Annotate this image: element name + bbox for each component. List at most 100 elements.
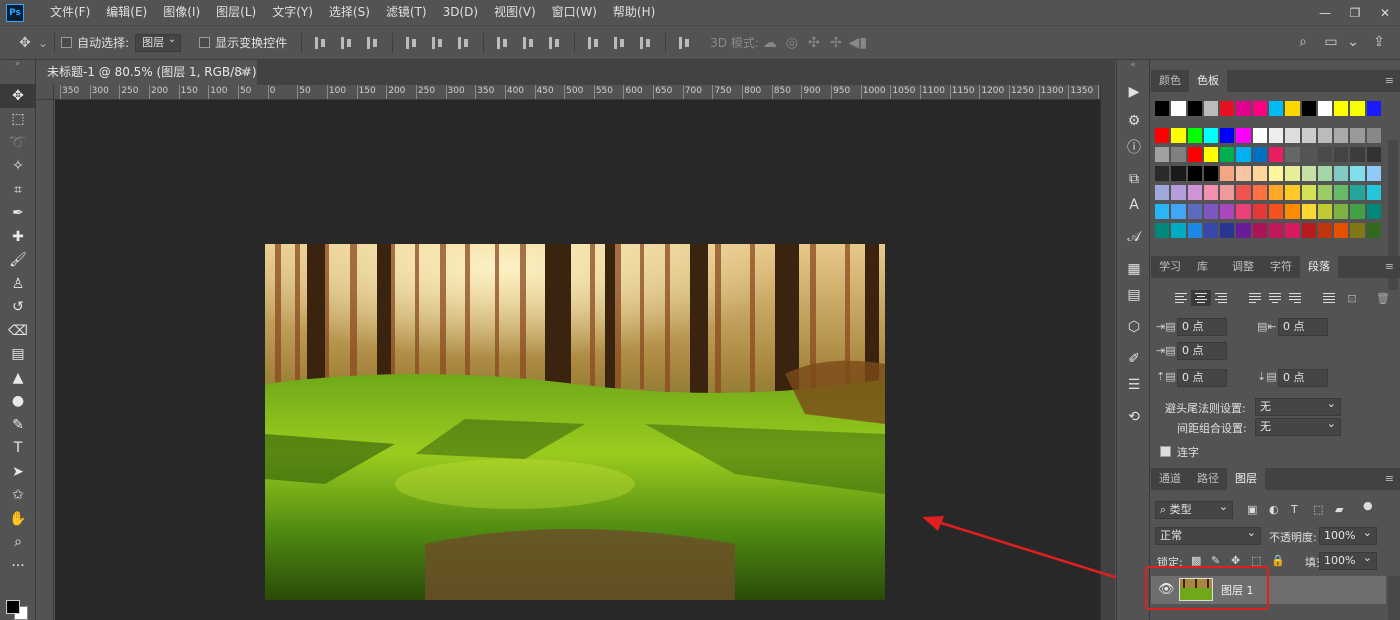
color-swatch[interactable] (1285, 204, 1300, 219)
workspace-chevron-icon[interactable]: ⌄ (1342, 34, 1364, 50)
color-swatch[interactable] (1285, 147, 1300, 162)
opacity-input[interactable]: 100% (1319, 525, 1377, 545)
color-swatch[interactable] (1155, 166, 1170, 181)
menu-item[interactable]: 3D(D) (435, 0, 486, 25)
menu-item[interactable]: 文字(Y) (264, 0, 321, 25)
color-swatch[interactable] (1366, 101, 1381, 116)
close-tab-icon[interactable]: ✕ (239, 60, 249, 85)
color-swatch[interactable] (1203, 166, 1219, 181)
color-swatch[interactable] (1317, 166, 1333, 181)
dodge-tool-icon[interactable]: ● (0, 390, 36, 414)
ruler-origin[interactable] (37, 85, 54, 100)
canvas-scrollbar[interactable] (1100, 85, 1115, 620)
move-tool-icon[interactable]: ✥ (14, 35, 36, 51)
clone-source-icon[interactable]: ⧉ (1117, 166, 1151, 192)
move-tool-icon[interactable]: ✥ (0, 84, 36, 108)
color-swatch[interactable] (1187, 101, 1202, 116)
color-swatch[interactable] (1301, 204, 1316, 219)
filter-type-icon[interactable]: T (1291, 503, 1298, 516)
color-swatch[interactable] (1301, 147, 1316, 162)
color-swatch[interactable] (1366, 147, 1381, 162)
justify-last-center-icon[interactable] (1265, 290, 1285, 306)
menu-item[interactable]: 文件(F) (42, 0, 98, 25)
restore-icon[interactable]: ❐ (1340, 0, 1370, 25)
color-swatch[interactable] (1334, 147, 1349, 162)
color-swatch[interactable] (1317, 223, 1333, 238)
align-vcenter-icon[interactable] (339, 36, 355, 50)
color-swatch[interactable] (1285, 166, 1300, 181)
blend-mode-dropdown[interactable]: 正常 (1155, 525, 1261, 545)
color-swatch[interactable] (1317, 185, 1333, 200)
filter-pixel-icon[interactable]: ▣ (1247, 503, 1257, 516)
color-swatch[interactable] (1171, 166, 1186, 181)
color-swatch[interactable] (1301, 166, 1316, 181)
color-swatch[interactable] (1220, 185, 1235, 200)
color-swatch[interactable] (1317, 147, 1333, 162)
panel-menu-icon[interactable]: ≡ (1385, 74, 1394, 87)
search-icon[interactable]: ⌕ (1292, 34, 1314, 50)
brush-settings-icon[interactable]: ✐ (1117, 346, 1151, 372)
auto-select-checkbox[interactable] (61, 37, 73, 48)
color-swatch[interactable] (1203, 185, 1219, 200)
color-swatch[interactable] (1268, 101, 1284, 116)
filter-smart-object-icon[interactable]: ▰ (1335, 503, 1343, 516)
tab-adjustments[interactable]: 调整 (1224, 256, 1262, 278)
filter-adjustment-icon[interactable]: ◐ (1269, 503, 1279, 516)
align-right-text-icon[interactable] (1211, 290, 1231, 306)
distribute-vcenter-icon[interactable] (521, 36, 537, 50)
3d-orbit-icon[interactable]: ☁ (759, 35, 781, 51)
tab-channels[interactable]: 通道 (1151, 468, 1189, 490)
color-swatch[interactable] (1171, 185, 1186, 200)
menu-item[interactable]: 窗口(W) (544, 0, 605, 25)
color-swatch[interactable] (1171, 128, 1186, 143)
3d-icon[interactable]: ⬡ (1117, 314, 1151, 340)
color-swatch[interactable] (1301, 101, 1316, 116)
color-swatch[interactable] (1285, 101, 1300, 116)
justify-last-right-icon[interactable] (1285, 290, 1305, 306)
indent-right-input[interactable]: 0 点 (1278, 318, 1328, 336)
tab-layers[interactable]: 图层 (1227, 468, 1265, 490)
color-swatch[interactable] (1334, 101, 1349, 116)
color-swatch[interactable] (1236, 204, 1251, 219)
eraser-tool-icon[interactable]: ⌫ (0, 319, 36, 343)
color-swatch[interactable] (1252, 147, 1267, 162)
tab-paragraph[interactable]: 段落 (1300, 256, 1338, 278)
color-swatch[interactable] (1220, 147, 1235, 162)
color-swatch[interactable] (1252, 185, 1267, 200)
color-swatch[interactable] (1317, 204, 1333, 219)
auto-select-dropdown[interactable]: 图层 (135, 32, 182, 52)
color-swatch[interactable] (1236, 101, 1251, 116)
magic-wand-tool-icon[interactable]: ✧ (0, 155, 36, 179)
color-swatch[interactable] (1317, 128, 1333, 143)
align-center-text-icon[interactable] (1191, 290, 1211, 306)
color-swatch[interactable] (1366, 204, 1381, 219)
menu-item[interactable]: 图像(I) (155, 0, 208, 25)
color-swatch[interactable] (1187, 166, 1202, 181)
color-swatch[interactable] (1155, 204, 1170, 219)
color-swatch[interactable] (1236, 128, 1251, 143)
color-swatch[interactable] (1187, 185, 1202, 200)
color-swatch[interactable] (1236, 166, 1251, 181)
color-swatch[interactable] (1268, 147, 1284, 162)
color-swatch[interactable] (1301, 185, 1316, 200)
align-bottom-icon[interactable] (365, 36, 381, 50)
color-swatch[interactable] (1366, 128, 1381, 143)
color-swatch[interactable] (1203, 101, 1219, 116)
horizontal-ruler[interactable]: 350 300 250 200 150 100 50 0 50 100 150 200 250 300 35… (54, 85, 1100, 100)
color-swatch[interactable] (1203, 204, 1219, 219)
gradient-tool-icon[interactable]: ▤ (0, 343, 36, 367)
tab-character[interactable]: 字符 (1262, 256, 1300, 278)
adjustments-icon[interactable]: ☰ (1117, 372, 1151, 398)
auto-align-icon[interactable] (677, 36, 693, 50)
color-swatch[interactable] (1350, 101, 1365, 116)
space-after-input[interactable]: 0 点 (1278, 369, 1328, 387)
indent-first-line-input[interactable]: 0 点 (1177, 342, 1227, 360)
zoom-tool-icon[interactable]: ⌕ (0, 531, 36, 555)
color-swatch[interactable] (1252, 223, 1267, 238)
color-swatch[interactable] (1155, 128, 1170, 143)
mojikumi-dropdown[interactable]: 无 (1255, 416, 1341, 436)
panel-menu-icon[interactable]: ≡ (1385, 472, 1394, 485)
shape-tool-icon[interactable]: ✩ (0, 484, 36, 508)
tool-preset-chevron-icon[interactable]: ⌄ (38, 36, 48, 50)
tab-learn[interactable]: 学习 (1151, 256, 1189, 278)
